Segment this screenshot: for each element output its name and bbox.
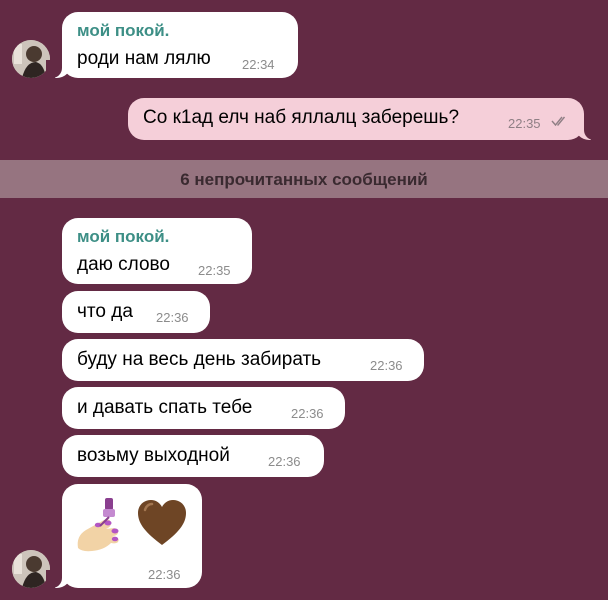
message-time: 22:36: [148, 567, 181, 582]
message-time: 22:34: [242, 57, 275, 72]
message-bubble[interactable]: буду на весь день забирать 22:36: [62, 339, 424, 381]
message-bubble[interactable]: мой покой. даю слово 22:35: [62, 218, 252, 284]
message-text: даю слово: [77, 254, 170, 275]
avatar-photo-icon: [12, 40, 50, 78]
unread-banner-label: 6 непрочитанных сообщений: [180, 170, 428, 189]
double-check-read-icon: [551, 116, 566, 127]
message-bubble[interactable]: мой покой. роди нам лялю 22:34: [46, 12, 298, 78]
message-bubble[interactable]: что да 22:36: [62, 291, 210, 333]
message-text: возьму выходной: [77, 445, 230, 466]
message-time: 22:35: [508, 116, 541, 131]
message-time: 22:36: [291, 406, 324, 421]
outgoing-message-bubble[interactable]: Со к1ад елч наб яллалц заберешь? 22:35: [128, 98, 600, 140]
emoji-message-bubble[interactable]: 22:36: [46, 484, 202, 588]
sender-name[interactable]: мой покой.: [77, 227, 169, 247]
message-time: 22:35: [198, 263, 231, 278]
message-text: что да: [77, 301, 133, 322]
message-time: 22:36: [370, 358, 403, 373]
sender-name[interactable]: мой покой.: [77, 21, 169, 41]
contact-avatar[interactable]: [12, 550, 50, 588]
message-time: 22:36: [156, 310, 189, 325]
message-bubble[interactable]: и давать спать тебе 22:36: [62, 387, 345, 429]
message-bubble[interactable]: возьму выходной 22:36: [62, 435, 324, 477]
contact-avatar[interactable]: [12, 40, 50, 78]
unread-messages-banner: 6 непрочитанных сообщений: [0, 160, 608, 198]
message-text: Со к1ад елч наб яллалц заберешь?: [143, 107, 460, 128]
message-text: и давать спать тебе: [77, 397, 253, 418]
avatar-photo-icon: [12, 550, 50, 588]
message-text: буду на весь день забирать: [77, 349, 322, 370]
message-text: роди нам лялю: [77, 48, 211, 69]
nail-polish-icon: [77, 498, 119, 552]
message-time: 22:36: [268, 454, 301, 469]
brown-heart-icon: [138, 500, 186, 545]
